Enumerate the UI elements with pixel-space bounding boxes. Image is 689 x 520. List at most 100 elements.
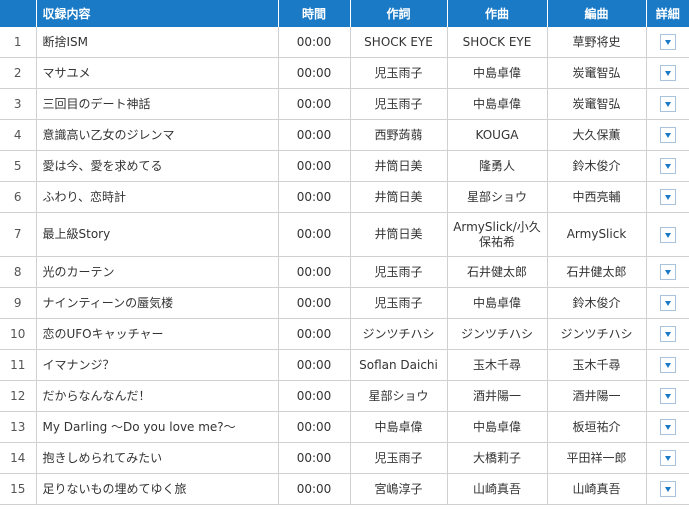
- header-detail: 詳細: [646, 0, 689, 27]
- track-number: 9: [0, 287, 37, 319]
- track-title: 愛は今、愛を求めてる: [36, 150, 279, 182]
- track-arrangement: 大久保薫: [547, 119, 647, 151]
- track-music: 酒井陽一: [447, 380, 548, 412]
- track-arrangement: 鈴木俊介: [547, 150, 647, 182]
- track-detail-cell: [646, 380, 689, 412]
- detail-toggle-button[interactable]: [659, 357, 676, 373]
- track-arrangement: 鈴木俊介: [547, 287, 647, 319]
- track-arrangement: 平田祥一郎: [547, 442, 647, 474]
- track-time: 00:00: [278, 349, 351, 381]
- table-row: 5 愛は今、愛を求めてる 00:00 井筒日美 隆勇人 鈴木俊介: [0, 150, 689, 182]
- track-number: 1: [0, 27, 37, 58]
- track-detail-cell: [646, 287, 689, 319]
- track-arrangement: ジンツチハシ: [547, 318, 647, 350]
- detail-toggle-button[interactable]: [659, 388, 676, 404]
- track-title: 三回目のデート神話: [36, 88, 279, 120]
- track-number: 6: [0, 181, 37, 213]
- track-lyrics: ジンツチハシ: [350, 318, 448, 350]
- track-title: 抱きしめられてみたい: [36, 442, 279, 474]
- track-detail-cell: [646, 57, 689, 89]
- track-lyrics: 児玉雨子: [350, 88, 448, 120]
- track-number: 4: [0, 119, 37, 151]
- header-no: [0, 0, 37, 27]
- table-row: 7 最上級Story 00:00 井筒日美 ArmySlick/小久保祐希 ArmySli…: [0, 212, 689, 257]
- detail-toggle-button[interactable]: [659, 264, 676, 280]
- track-time: 00:00: [278, 181, 351, 213]
- track-music: 石井健太郎: [447, 256, 548, 288]
- track-number: 10: [0, 318, 37, 350]
- header-music: 作曲: [447, 0, 548, 27]
- track-lyrics: 児玉雨子: [350, 442, 448, 474]
- track-music: 玉木千尋: [447, 349, 548, 381]
- detail-toggle-button[interactable]: [659, 189, 676, 205]
- table-row: 13 My Darling ～Do you love me?～ 00:00 中島卓偉中…: [0, 411, 689, 443]
- track-arrangement: 炭竃智弘: [547, 88, 647, 120]
- table-row: 4 意識高い乙女のジレンマ 00:00 西野蒟蒻 KOUGA 大久保薫: [0, 119, 689, 151]
- detail-toggle-button[interactable]: [659, 326, 676, 342]
- track-arrangement: 酒井陽一: [547, 380, 647, 412]
- detail-toggle-button[interactable]: [659, 450, 676, 466]
- detail-toggle-button[interactable]: [659, 226, 676, 243]
- detail-toggle-button[interactable]: [659, 127, 676, 143]
- track-lyrics: 児玉雨子: [350, 256, 448, 288]
- track-time: 00:00: [278, 57, 351, 89]
- table-row: 8 光のカーテン 00:00 児玉雨子 石井健太郎 石井健太郎: [0, 256, 689, 288]
- detail-toggle-button[interactable]: [659, 65, 676, 81]
- track-detail-cell: [646, 119, 689, 151]
- track-title: 意識高い乙女のジレンマ: [36, 119, 279, 151]
- track-lyrics: 児玉雨子: [350, 287, 448, 319]
- track-detail-cell: [646, 212, 689, 257]
- table-row: 10 恋のUFOキャッチャー 00:00 ジンツチハシ ジンツチハシ ジンツチハシ: [0, 318, 689, 350]
- track-number: 15: [0, 473, 37, 505]
- chevron-down-icon: [664, 301, 671, 306]
- track-number: 8: [0, 256, 37, 288]
- detail-toggle-button[interactable]: [659, 295, 676, 311]
- track-music: 中島卓偉: [447, 287, 548, 319]
- track-lyrics: 宮嶋淳子: [350, 473, 448, 505]
- chevron-down-icon: [664, 425, 671, 430]
- detail-toggle-button[interactable]: [659, 419, 676, 435]
- detail-toggle-button[interactable]: [659, 34, 676, 50]
- table-row: 1 断捨ISM 00:00 SHOCK EYE SHOCK EYE 草野将史: [0, 27, 689, 58]
- chevron-down-icon: [664, 232, 671, 238]
- track-lyrics: SHOCK EYE: [350, 27, 448, 58]
- header-time: 時間: [278, 0, 351, 27]
- track-detail-cell: [646, 181, 689, 213]
- track-lyrics: 井筒日美: [350, 150, 448, 182]
- header-title: 収録内容: [36, 0, 279, 27]
- track-arrangement: 炭竃智弘: [547, 57, 647, 89]
- track-music: 中島卓偉: [447, 411, 548, 443]
- track-arrangement: 板垣祐介: [547, 411, 647, 443]
- chevron-down-icon: [664, 40, 671, 45]
- detail-toggle-button[interactable]: [659, 96, 676, 112]
- track-arrangement: 山崎真吾: [547, 473, 647, 505]
- track-lyrics: Soflan Daichi: [350, 349, 448, 381]
- chevron-down-icon: [664, 102, 671, 107]
- detail-toggle-button[interactable]: [659, 158, 676, 174]
- track-time: 00:00: [278, 150, 351, 182]
- track-number: 2: [0, 57, 37, 89]
- track-lyrics: 児玉雨子: [350, 57, 448, 89]
- track-lyrics: 中島卓偉: [350, 411, 448, 443]
- track-music: 大橋莉子: [447, 442, 548, 474]
- table-row: 14 抱きしめられてみたい 00:00 児玉雨子 大橋莉子 平田祥一郎: [0, 442, 689, 474]
- track-number: 12: [0, 380, 37, 412]
- track-title: だからなんなんだ！: [36, 380, 279, 412]
- track-arrangement: 中西亮輔: [547, 181, 647, 213]
- chevron-down-icon: [664, 363, 671, 368]
- detail-toggle-button[interactable]: [659, 481, 676, 497]
- chevron-down-icon: [664, 270, 671, 275]
- chevron-down-icon: [664, 71, 671, 76]
- track-lyrics: 星部ショウ: [350, 380, 448, 412]
- table-row: 2 マサユメ 00:00 児玉雨子 中島卓偉 炭竃智弘: [0, 57, 689, 89]
- track-lyrics: 井筒日美: [350, 181, 448, 213]
- track-music: ジンツチハシ: [447, 318, 548, 350]
- track-arrangement: 玉木千尋: [547, 349, 647, 381]
- chevron-down-icon: [664, 487, 671, 492]
- track-title: 光のカーテン: [36, 256, 279, 288]
- track-lyrics: 井筒日美: [350, 212, 448, 257]
- track-time: 00:00: [278, 212, 351, 257]
- header-row: 収録内容 時間 作詞 作曲 編曲 詳細: [0, 0, 689, 27]
- track-time: 00:00: [278, 256, 351, 288]
- track-music: ArmySlick/小久保祐希: [447, 212, 548, 257]
